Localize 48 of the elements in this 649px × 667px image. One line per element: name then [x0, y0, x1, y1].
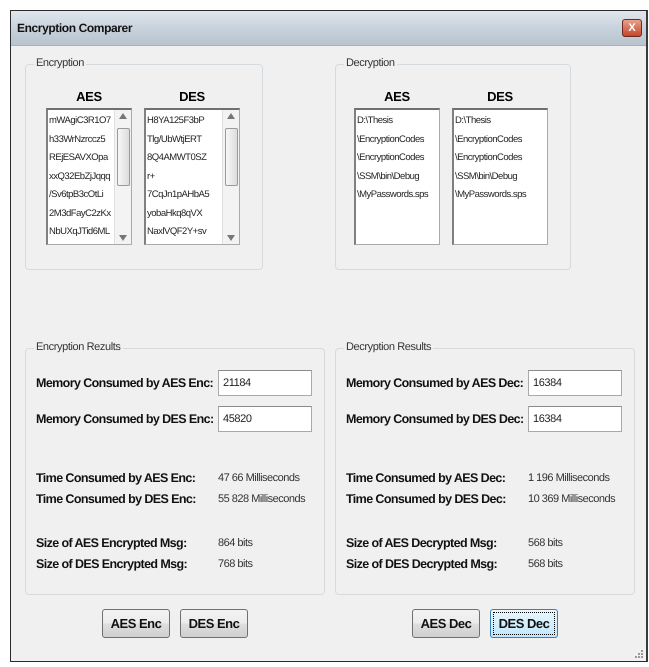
result-label: Size of AES Encrypted Msg:: [36, 536, 188, 550]
input-field[interactable]: 16384: [528, 406, 622, 432]
text-area[interactable]: D:\Thesis \EncryptionCodes \EncryptionCodes \SSM\bin\Debug \MyPasswords.sps: [354, 108, 440, 245]
action-button[interactable]: AES Dec: [412, 609, 480, 638]
text-area[interactable]: mWAgiC3R1O7 h33WrNzrccz5 REjESAVXOpa xxQ32EbZjJqqq /Sv6tpB3cOtLi 2M3dFayC2zKx NbUXqJTid6ML: [46, 108, 132, 245]
action-button[interactable]: AES Enc: [102, 609, 170, 638]
group-title: Decryption: [344, 57, 397, 69]
column-heading: AES: [76, 89, 102, 104]
group-title: Encryption: [34, 57, 86, 69]
scroll-up-icon[interactable]: [119, 113, 127, 119]
field-label: Memory Consumed by AES Enc:: [36, 376, 214, 390]
result-value: 10 369 Milliseconds: [528, 493, 616, 505]
input-field[interactable]: 21184: [218, 370, 312, 396]
column-heading: AES: [384, 89, 410, 104]
result-label: Size of DES Decrypted Msg:: [346, 557, 498, 571]
result-label: Size of AES Decrypted Msg:: [346, 536, 498, 550]
field-label: Memory Consumed by DES Enc:: [36, 412, 215, 426]
text-area[interactable]: D:\Thesis \EncryptionCodes \EncryptionCodes \SSM\bin\Debug \MyPasswords.sps: [452, 108, 548, 245]
result-label: Time Consumed by DES Enc:: [36, 492, 197, 506]
result-label: Time Consumed by AES Dec:: [346, 471, 506, 485]
group-title: Encryption Rezults: [34, 341, 123, 353]
result-value: 55 828 Milliseconds: [218, 493, 306, 505]
input-field[interactable]: 16384: [528, 370, 622, 396]
result-value: 568 bits: [528, 558, 563, 570]
scrollbar[interactable]: [222, 110, 239, 244]
result-value: 568 bits: [528, 537, 563, 549]
field-label: Memory Consumed by DES Dec:: [346, 412, 525, 426]
column-heading: DES: [179, 89, 205, 104]
group-title: Decryption Results: [344, 341, 434, 353]
scroll-up-icon[interactable]: [227, 113, 235, 119]
result-value: 864 bits: [218, 537, 253, 549]
scrollbar[interactable]: [114, 110, 131, 244]
text-area[interactable]: H8YA125F3bP Tlg/UbWtjERT 8Q4AMWT0SZ r+ 7CqJn1pAHbA5 yobaHkq8qVX NaxlVQF2Y+sv: [144, 108, 240, 245]
result-value: 47 66 Milliseconds: [218, 472, 300, 484]
result-value: 1 196 Milliseconds: [528, 472, 610, 484]
result-label: Size of DES Encrypted Msg:: [36, 557, 188, 571]
resize-grip-icon[interactable]: [634, 649, 644, 659]
field-label: Memory Consumed by AES Dec:: [346, 376, 524, 390]
result-label: Time Consumed by AES Enc:: [36, 471, 196, 485]
result-value: 768 bits: [218, 558, 253, 570]
scroll-down-icon[interactable]: [119, 235, 127, 241]
input-field[interactable]: 45820: [218, 406, 312, 432]
action-button[interactable]: DES Dec: [490, 609, 558, 638]
window-title: Encryption Comparer: [17, 21, 132, 35]
result-label: Time Consumed by DES Dec:: [346, 492, 507, 506]
column-heading: DES: [487, 89, 513, 104]
scroll-down-icon[interactable]: [227, 235, 235, 241]
action-button[interactable]: DES Enc: [180, 609, 248, 638]
